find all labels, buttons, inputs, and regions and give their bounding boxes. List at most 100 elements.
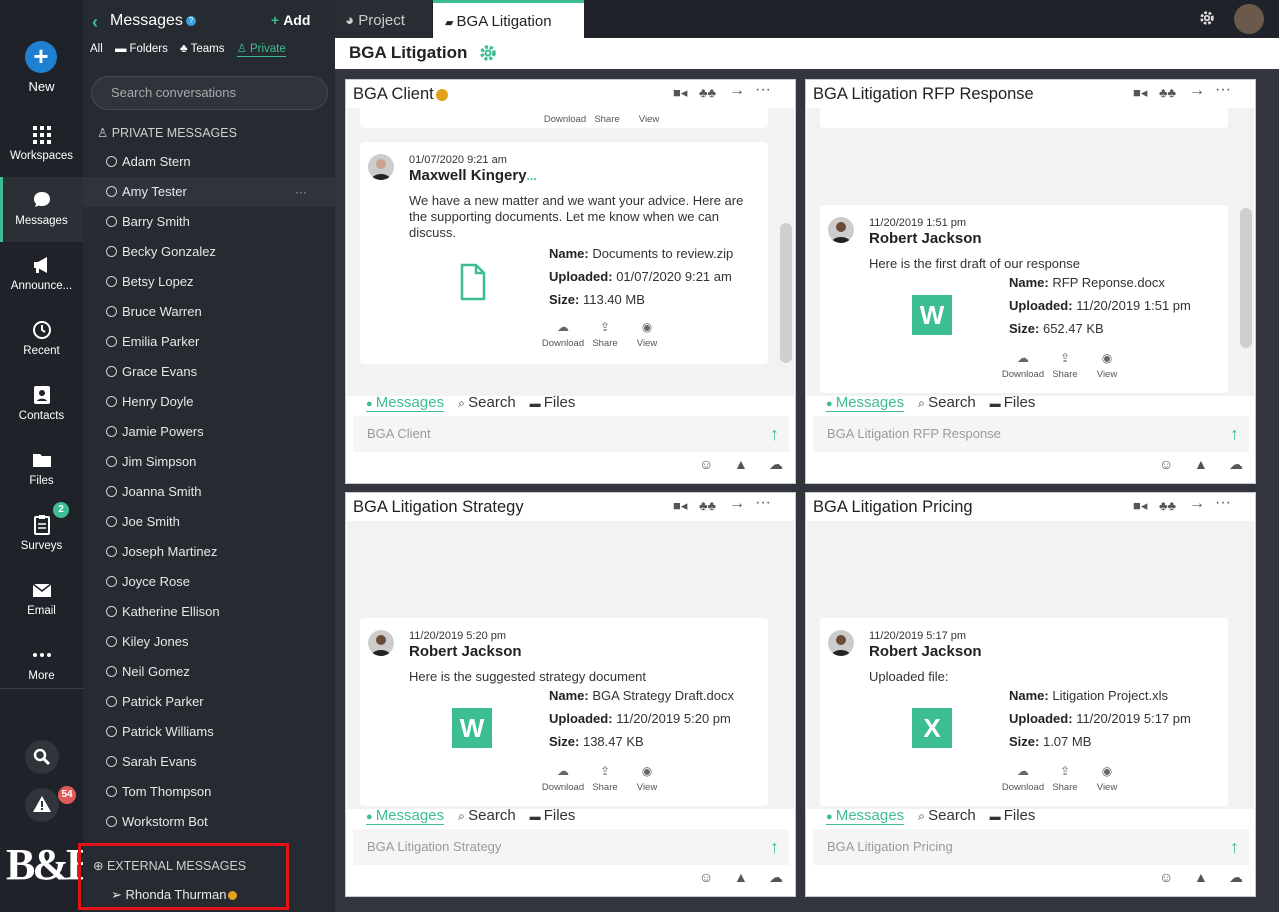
more-options-icon[interactable]: ···	[1215, 494, 1231, 512]
rail-item-surveys[interactable]: Surveys 2	[0, 502, 83, 567]
contact-item[interactable]: Henry Doyle	[83, 387, 335, 417]
emoji-icon[interactable]: ☺	[699, 869, 713, 885]
message-composer-input[interactable]: BGA Client ↑	[353, 416, 789, 452]
message-author[interactable]: Maxwell Kingery...	[409, 167, 537, 184]
tab-search[interactable]: ⌕ Search	[918, 807, 976, 824]
search-conversations-input[interactable]: Search conversations	[91, 76, 328, 110]
contact-item[interactable]: Patrick Parker	[83, 687, 335, 717]
alert-icon[interactable]: ▲	[1194, 869, 1208, 885]
rail-item-contacts[interactable]: Contacts	[0, 372, 83, 437]
contact-item[interactable]: Neil Gomez	[83, 657, 335, 687]
back-chevron-icon[interactable]: ‹	[92, 12, 98, 33]
video-call-icon[interactable]: ■◂	[1133, 85, 1147, 101]
contact-item[interactable]: Becky Gonzalez	[83, 237, 335, 267]
upload-cloud-icon[interactable]: ☁	[769, 869, 783, 886]
tab-search[interactable]: ⌕ Search	[458, 394, 516, 411]
members-icon[interactable]: ♣♣	[1159, 498, 1176, 513]
view-button[interactable]: ◉ View	[1082, 351, 1132, 380]
contact-item[interactable]: Tom Thompson	[83, 777, 335, 807]
contact-item[interactable]: Katherine Ellison	[83, 597, 335, 627]
contact-item[interactable]: Kiley Jones	[83, 627, 335, 657]
filter-all[interactable]: All	[90, 43, 103, 55]
view-button[interactable]: ◉ View	[1082, 764, 1132, 793]
add-conversation-button[interactable]: + Add	[271, 12, 310, 28]
upload-cloud-icon[interactable]: ☁	[769, 456, 783, 473]
rail-item-announcements[interactable]: Announce...	[0, 242, 83, 307]
tab-files[interactable]: ▬ Files	[990, 394, 1036, 411]
open-arrow-icon[interactable]: →	[1189, 495, 1205, 513]
contact-item[interactable]: Adam Stern	[83, 147, 335, 177]
feed-scrollbar[interactable]	[1240, 208, 1252, 348]
rail-item-files[interactable]: Files	[0, 437, 83, 502]
contact-item[interactable]: Jim Simpson	[83, 447, 335, 477]
tab-files[interactable]: ▬ Files	[990, 807, 1036, 824]
message-author[interactable]: Robert Jackson	[869, 230, 982, 247]
settings-gear-icon[interactable]	[1198, 9, 1216, 27]
members-icon[interactable]: ♣♣	[1159, 85, 1176, 100]
emoji-icon[interactable]: ☺	[1159, 456, 1173, 472]
video-call-icon[interactable]: ■◂	[673, 85, 687, 101]
contact-item[interactable]: Grace Evans	[83, 357, 335, 387]
contact-more-icon[interactable]: ···	[295, 177, 307, 207]
contact-item[interactable]: Jamie Powers	[83, 417, 335, 447]
message-composer-input[interactable]: BGA Litigation Pricing ↑	[813, 829, 1249, 865]
help-icon[interactable]: ?	[185, 15, 196, 26]
contact-item[interactable]: Betsy Lopez	[83, 267, 335, 297]
open-arrow-icon[interactable]: →	[729, 82, 745, 100]
feed-scrollbar[interactable]	[780, 223, 792, 363]
send-arrow-icon[interactable]: ↑	[770, 416, 779, 452]
user-avatar[interactable]	[1234, 4, 1264, 34]
more-options-icon[interactable]: ···	[1215, 81, 1231, 99]
filter-private[interactable]: ♙ Private	[236, 43, 286, 57]
open-arrow-icon[interactable]: →	[1189, 82, 1205, 100]
rail-item-messages[interactable]: Messages	[0, 177, 83, 242]
tab-messages[interactable]: ● Messages	[366, 394, 445, 412]
contact-item[interactable]: Joe Smith	[83, 507, 335, 537]
upload-cloud-icon[interactable]: ☁	[1229, 456, 1243, 473]
alerts-button[interactable]	[25, 788, 59, 822]
view-button[interactable]: View	[624, 114, 674, 125]
upload-cloud-icon[interactable]: ☁	[1229, 869, 1243, 886]
view-button[interactable]: ◉ View	[622, 320, 672, 349]
contact-item[interactable]: Joyce Rose	[83, 567, 335, 597]
members-icon[interactable]: ♣♣	[699, 85, 716, 100]
send-arrow-icon[interactable]: ↑	[770, 829, 779, 865]
tab-search[interactable]: ⌕ Search	[918, 394, 976, 411]
global-search-button[interactable]	[25, 740, 59, 774]
filter-teams[interactable]: ♣ Teams	[180, 43, 224, 55]
contact-item[interactable]: Amy Tester ···	[83, 177, 335, 207]
tab-project[interactable]: ◕ Project	[335, 0, 432, 38]
contact-item[interactable]: Emilia Parker	[83, 327, 335, 357]
contact-item[interactable]: Barry Smith	[83, 207, 335, 237]
tab-files[interactable]: ▬ Files	[530, 394, 576, 411]
tab-messages[interactable]: ● Messages	[826, 394, 905, 412]
send-arrow-icon[interactable]: ↑	[1230, 829, 1239, 865]
new-button[interactable]: +	[25, 41, 57, 73]
video-call-icon[interactable]: ■◂	[1133, 498, 1147, 514]
workspace-settings-gear-icon[interactable]	[478, 43, 498, 63]
contact-item[interactable]: Bruce Warren	[83, 297, 335, 327]
alert-icon[interactable]: ▲	[734, 869, 748, 885]
alert-icon[interactable]: ▲	[734, 456, 748, 472]
contact-item[interactable]: Joseph Martinez	[83, 537, 335, 567]
rail-item-recent[interactable]: Recent	[0, 307, 83, 372]
send-arrow-icon[interactable]: ↑	[1230, 416, 1239, 452]
rail-item-email[interactable]: Email	[0, 567, 83, 632]
tab-messages[interactable]: ● Messages	[826, 807, 905, 825]
contact-item[interactable]: Sarah Evans	[83, 747, 335, 777]
more-options-icon[interactable]: ···	[755, 494, 771, 512]
tab-messages[interactable]: ● Messages	[366, 807, 445, 825]
rail-item-workspaces[interactable]: Workspaces	[0, 112, 83, 177]
tab-bga-litigation[interactable]: ▰ BGA Litigation	[433, 0, 584, 38]
tab-files[interactable]: ▬ Files	[530, 807, 576, 824]
video-call-icon[interactable]: ■◂	[673, 498, 687, 514]
filter-folders[interactable]: ▬ Folders	[115, 43, 168, 55]
emoji-icon[interactable]: ☺	[1159, 869, 1173, 885]
open-arrow-icon[interactable]: →	[729, 495, 745, 513]
contact-item[interactable]: Joanna Smith	[83, 477, 335, 507]
members-icon[interactable]: ♣♣	[699, 498, 716, 513]
view-button[interactable]: ◉ View	[622, 764, 672, 793]
more-options-icon[interactable]: ···	[755, 81, 771, 99]
message-author[interactable]: Robert Jackson	[869, 643, 982, 660]
contact-item[interactable]: Workstorm Bot	[83, 807, 335, 837]
